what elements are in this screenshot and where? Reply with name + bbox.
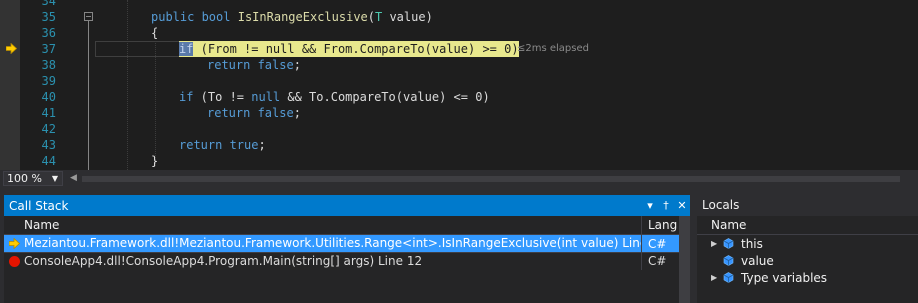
line-number: 40 xyxy=(41,90,56,104)
code-line-37[interactable]: 37 if (From != null && From.CompareTo(va… xyxy=(0,41,918,57)
line-number: 41 xyxy=(41,106,56,120)
code-text: public bool IsInRangeExclusive(T value) xyxy=(151,10,433,24)
perf-tip-elapsed[interactable]: ≤2ms elapsed xyxy=(517,41,589,57)
vertical-scrollbar[interactable] xyxy=(679,216,690,303)
line-number: 35 xyxy=(41,10,56,24)
code-line-42[interactable]: 42 xyxy=(0,121,918,137)
line-number: 43 xyxy=(41,138,56,152)
line-number: 38 xyxy=(41,58,56,72)
close-icon[interactable]: ✕ xyxy=(674,199,690,212)
window-position-dropdown-icon[interactable]: ▾ xyxy=(642,199,658,212)
breakpoint-icon xyxy=(8,255,20,267)
call-stack-window[interactable]: Call Stack ▾ † ✕ Name Lang Meziantou.Fra… xyxy=(4,195,690,303)
zoom-value: 100 % xyxy=(7,172,42,185)
current-statement: if (From != null && From.CompareTo(value… xyxy=(179,41,519,57)
call-stack-row[interactable]: Meziantou.Framework.dll!Meziantou.Framew… xyxy=(4,235,690,252)
code-text: if (To != null && To.CompareTo(value) <=… xyxy=(179,90,490,104)
locals-item-value[interactable]: value xyxy=(697,252,918,269)
frame-name: ConsoleApp4.dll!ConsoleApp4.Program.Main… xyxy=(24,252,642,270)
locals-item-label: Type variables xyxy=(741,270,828,285)
horizontal-scrollbar[interactable] xyxy=(82,176,900,182)
line-number: 42 xyxy=(41,122,56,136)
code-text: return false; xyxy=(207,58,301,72)
scroll-left-icon[interactable]: ◀ xyxy=(70,173,77,183)
code-line-43[interactable]: 43 return true; xyxy=(0,137,918,153)
field-cube-icon xyxy=(723,255,734,266)
column-header-name[interactable]: Name xyxy=(4,216,642,234)
code-text: { xyxy=(151,26,159,40)
editor-bottom-bar: 100 % ▼ ◀ xyxy=(0,170,918,188)
column-header-name[interactable]: Name xyxy=(697,216,918,235)
code-line-41[interactable]: 41 return false; xyxy=(0,105,918,121)
selected-text: if xyxy=(179,42,194,56)
line-number: 44 xyxy=(41,154,56,168)
code-line-34[interactable]: 34 xyxy=(0,0,918,9)
code-line-36[interactable]: 36 { xyxy=(0,25,918,41)
code-text: return true; xyxy=(179,138,266,152)
field-cube-icon xyxy=(723,272,734,283)
locals-item-type-variables[interactable]: ▶ Type variables xyxy=(697,269,918,286)
line-number: 39 xyxy=(41,74,56,88)
frame-name: Meziantou.Framework.dll!Meziantou.Framew… xyxy=(24,235,642,252)
expand-arrow-icon[interactable]: ▶ xyxy=(711,273,723,282)
tool-window-area: Call Stack ▾ † ✕ Name Lang Meziantou.Fra… xyxy=(0,188,918,303)
call-stack-header: Name Lang xyxy=(4,216,690,235)
code-text: return false; xyxy=(207,106,301,120)
call-stack-title: Call Stack xyxy=(9,198,69,213)
locals-title[interactable]: Locals xyxy=(697,195,918,216)
line-number: 37 xyxy=(41,42,56,56)
code-editor[interactable]: 34 35 public bool IsInRangeExclusive(T v… xyxy=(0,0,918,170)
line-number: 36 xyxy=(41,26,56,40)
locals-item-label: value xyxy=(741,253,774,268)
code-line-38[interactable]: 38 return false; xyxy=(0,57,918,73)
call-stack-title-bar[interactable]: Call Stack ▾ † ✕ xyxy=(4,195,690,216)
code-line-40[interactable]: 40 if (To != null && To.CompareTo(value)… xyxy=(0,89,918,105)
locals-item-label: this xyxy=(741,236,763,251)
chevron-down-icon[interactable]: ▼ xyxy=(48,174,62,183)
zoom-dropdown[interactable]: 100 % ▼ xyxy=(3,171,63,186)
field-cube-icon xyxy=(723,238,734,249)
expand-arrow-icon[interactable]: ▶ xyxy=(711,239,723,248)
line-number: 34 xyxy=(41,0,56,8)
pin-icon[interactable]: † xyxy=(658,199,674,212)
call-stack-row[interactable]: ConsoleApp4.dll!ConsoleApp4.Program.Main… xyxy=(4,252,690,270)
code-line-35[interactable]: 35 public bool IsInRangeExclusive(T valu… xyxy=(0,9,918,25)
code-line-44[interactable]: 44 } xyxy=(0,153,918,169)
current-frame-arrow-icon xyxy=(8,238,20,249)
code-line-39[interactable]: 39 xyxy=(0,73,918,89)
locals-item-this[interactable]: ▶ this xyxy=(697,235,918,252)
locals-window[interactable]: Locals Name ▶ this value ▶ Type variable… xyxy=(697,195,918,303)
code-text: } xyxy=(151,154,159,168)
